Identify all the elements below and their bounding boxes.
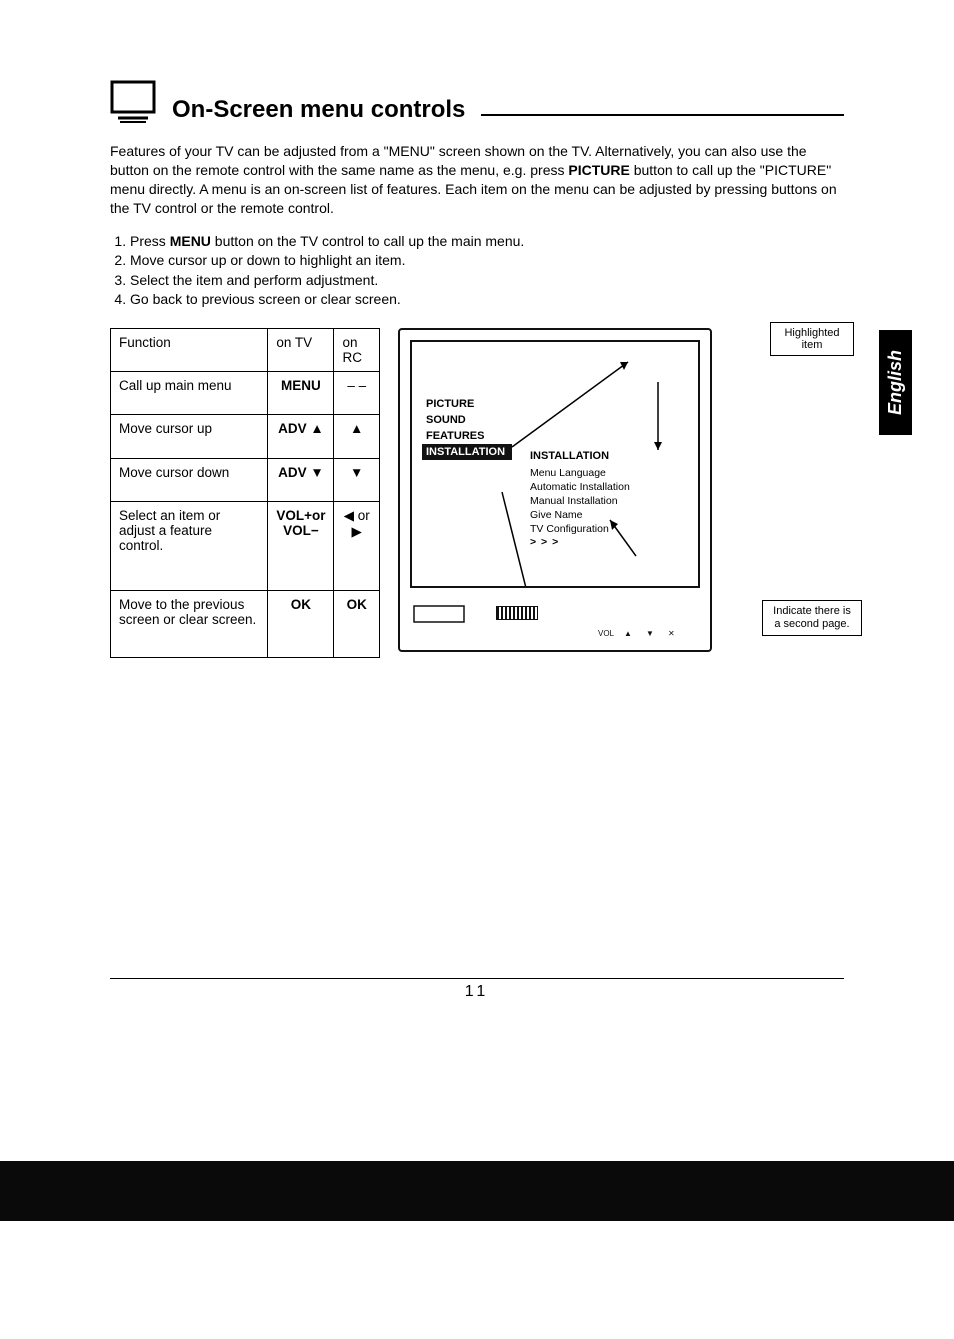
osd-submenu-item: TV Configuration — [530, 522, 630, 536]
step-item: Go back to previous screen or clear scre… — [130, 290, 844, 310]
cell-on-rc: ▲ — [334, 415, 380, 458]
submenu-more-indicator: > > > — [530, 536, 630, 548]
osd-submenu-item: Automatic Installation — [530, 480, 630, 494]
th-on-rc: on RC — [334, 328, 380, 371]
callout-second-page: Indicate there is a second page. — [762, 600, 862, 636]
cell-function: Select an item or adjust a feature contr… — [111, 501, 268, 591]
osd-submenu-item: Give Name — [530, 508, 630, 522]
cell-on-tv: ADV ▼ — [268, 458, 334, 501]
intro-paragraph: Features of your TV can be adjusted from… — [110, 142, 844, 218]
svg-text:▲: ▲ — [624, 629, 632, 638]
table-row: Move cursor upADV ▲▲ — [111, 415, 380, 458]
osd-submenu-item: Menu Language — [530, 466, 630, 480]
svg-text:VOL: VOL — [598, 629, 615, 638]
tv-icon — [110, 80, 156, 124]
title-rule — [481, 114, 844, 116]
table-row: Select an item or adjust a feature contr… — [111, 501, 380, 591]
section-title: On-Screen menu controls — [172, 96, 465, 124]
step-item: Move cursor up or down to highlight an i… — [130, 251, 844, 271]
page-rule — [110, 978, 844, 979]
submenu-heading: INSTALLATION — [530, 450, 630, 462]
table-row: Move to the previous screen or clear scr… — [111, 591, 380, 658]
language-badge: English — [879, 330, 912, 435]
svg-text:▼: ▼ — [646, 629, 654, 638]
function-table: Function on TV on RC Call up main menuME… — [110, 328, 380, 658]
osd-menu-item: INSTALLATION — [422, 444, 512, 460]
cell-on-rc: ▼ — [334, 458, 380, 501]
osd-main-menu: PICTURESOUNDFEATURESINSTALLATION — [422, 396, 512, 460]
th-on-tv: on TV — [268, 328, 334, 371]
osd-menu-item: SOUND — [422, 412, 512, 428]
cell-on-tv: VOL+or VOL− — [268, 501, 334, 591]
callout-highlighted: Highlighted item — [770, 322, 854, 356]
step-item: Press MENU button on the TV control to c… — [130, 232, 844, 252]
steps-list: Press MENU button on the TV control to c… — [110, 232, 844, 310]
osd-menu-item: PICTURE — [422, 396, 512, 412]
cell-function: Move cursor down — [111, 458, 268, 501]
step-item: Select the item and perform adjustment. — [130, 271, 844, 291]
scan-bottom — [0, 1161, 954, 1221]
cell-on-tv: OK — [268, 591, 334, 658]
page-number: 11 — [110, 983, 844, 1001]
cell-on-rc: ◀ or ▶ — [334, 501, 380, 591]
tv-diagram: PICTURESOUNDFEATURESINSTALLATION INSTALL… — [398, 328, 844, 658]
th-function: Function — [111, 328, 268, 371]
table-row: Call up main menuMENU– – — [111, 371, 380, 414]
cell-function: Move cursor up — [111, 415, 268, 458]
table-row: Move cursor downADV ▼▼ — [111, 458, 380, 501]
svg-text:✕: ✕ — [668, 629, 675, 638]
tv-base-icons: VOL ▲ ▼ ✕ — [410, 600, 700, 640]
cell-on-rc: OK — [334, 591, 380, 658]
osd-submenu: INSTALLATION Menu LanguageAutomatic Inst… — [530, 450, 630, 548]
cell-on-tv: MENU — [268, 371, 334, 414]
osd-menu-item: FEATURES — [422, 428, 512, 444]
cell-function: Move to the previous screen or clear scr… — [111, 591, 268, 658]
cell-on-tv: ADV ▲ — [268, 415, 334, 458]
cell-function: Call up main menu — [111, 371, 268, 414]
cell-on-rc: – – — [334, 371, 380, 414]
osd-submenu-item: Manual Installation — [530, 494, 630, 508]
